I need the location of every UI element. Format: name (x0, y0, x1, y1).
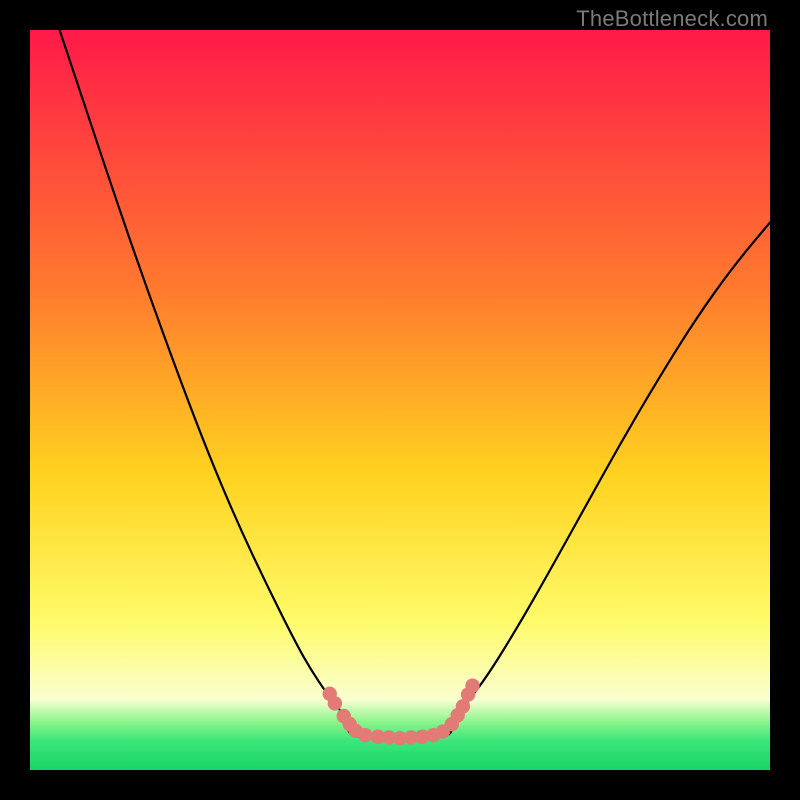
data-marker (358, 728, 372, 742)
curve-left-branch (60, 30, 349, 720)
data-marker (465, 678, 479, 692)
chart-frame: TheBottleneck.com (0, 0, 800, 800)
curve-right-branch (452, 222, 770, 719)
watermark-text: TheBottleneck.com (576, 6, 768, 32)
data-marker (328, 696, 342, 710)
plot-area (30, 30, 770, 770)
chart-svg (30, 30, 770, 770)
marker-group (323, 678, 480, 745)
